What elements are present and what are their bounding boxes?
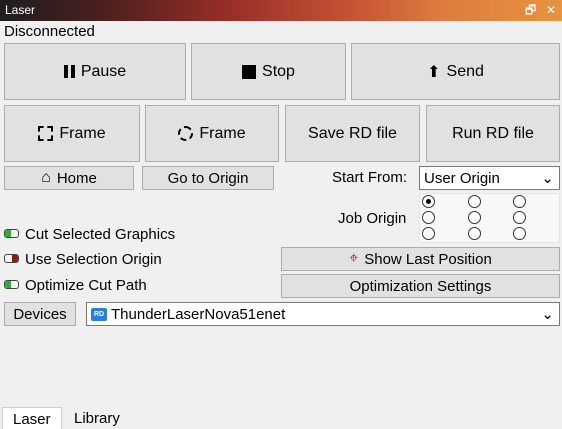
- pause-icon: [63, 65, 75, 78]
- use-selection-origin-toggle[interactable]: [4, 254, 19, 263]
- pause-label: Pause: [80, 62, 127, 80]
- start-from-value: User Origin: [424, 169, 500, 187]
- show-last-position-button[interactable]: ⌖ Show Last Position: [281, 247, 560, 271]
- tab-laser[interactable]: Laser: [2, 407, 62, 429]
- job-origin-radio-middle-left[interactable]: [422, 211, 435, 224]
- title-bar: Laser 🗗 ✕: [0, 0, 562, 21]
- run-rd-file-button[interactable]: Run RD file: [426, 105, 560, 162]
- connection-status: Disconnected: [4, 23, 95, 40]
- job-origin-radio-bottom-left[interactable]: [422, 227, 435, 240]
- window-title: Laser: [5, 3, 36, 17]
- devices-label: Devices: [13, 305, 67, 323]
- optimize-cut-path-label: Optimize Cut Path: [25, 277, 147, 294]
- job-origin-radio-bottom-center[interactable]: [468, 227, 481, 240]
- job-origin-radio-top-center[interactable]: [468, 195, 481, 208]
- go-to-origin-button[interactable]: Go to Origin: [142, 166, 274, 190]
- frame-rect-icon: [38, 126, 54, 141]
- run-rd-label: Run RD file: [452, 124, 534, 142]
- frame-rect-label: Frame: [59, 124, 106, 142]
- ruida-logo-icon: RD: [91, 307, 107, 321]
- pause-button[interactable]: Pause: [4, 43, 186, 100]
- send-button[interactable]: ⬆ Send: [351, 43, 560, 100]
- send-icon: ⬆: [427, 63, 441, 81]
- chevron-down-icon: ⌄: [541, 306, 554, 323]
- chevron-down-icon: ⌄: [541, 170, 554, 187]
- start-from-select[interactable]: User Origin ⌄: [419, 166, 560, 190]
- send-label: Send: [446, 62, 484, 80]
- stop-label: Stop: [262, 62, 295, 80]
- stop-button[interactable]: Stop: [191, 43, 346, 100]
- cut-selected-graphics-label: Cut Selected Graphics: [25, 226, 176, 243]
- restore-icon[interactable]: 🗗: [525, 2, 536, 18]
- device-name: ThunderLaserNova51enet: [111, 305, 286, 323]
- job-origin-radio-top-left[interactable]: [422, 195, 435, 208]
- frame-rect-button[interactable]: Frame: [4, 105, 140, 162]
- cut-selected-graphics-toggle[interactable]: [4, 229, 19, 238]
- start-from-label: Start From:: [332, 169, 408, 186]
- job-origin-radio-top-right[interactable]: [513, 195, 526, 208]
- show-last-position-label: Show Last Position: [364, 250, 492, 268]
- frame-circle-label: Frame: [199, 124, 246, 142]
- home-icon: ⌂: [41, 169, 51, 186]
- optimization-settings-label: Optimization Settings: [349, 277, 492, 295]
- optimization-settings-button[interactable]: Optimization Settings: [281, 274, 560, 298]
- stop-icon: [242, 64, 257, 79]
- frame-circle-icon: [178, 126, 194, 141]
- job-origin-label: Job Origin: [338, 210, 407, 227]
- use-selection-origin-label: Use Selection Origin: [25, 251, 162, 268]
- job-origin-radio-middle-right[interactable]: [513, 211, 526, 224]
- home-button[interactable]: ⌂ Home: [4, 166, 134, 190]
- crosshair-icon: ⌖: [349, 250, 359, 267]
- job-origin-radio-middle-center[interactable]: [468, 211, 481, 224]
- save-rd-label: Save RD file: [308, 124, 397, 142]
- optimize-cut-path-toggle[interactable]: [4, 280, 19, 289]
- home-label: Home: [56, 169, 97, 187]
- device-select[interactable]: RD ThunderLaserNova51enet ⌄: [86, 302, 560, 326]
- save-rd-file-button[interactable]: Save RD file: [285, 105, 420, 162]
- frame-circle-button[interactable]: Frame: [145, 105, 279, 162]
- tab-library[interactable]: Library: [64, 407, 130, 429]
- close-icon[interactable]: ✕: [546, 2, 556, 18]
- job-origin-grid: [419, 193, 560, 243]
- go-to-origin-label: Go to Origin: [167, 169, 249, 187]
- devices-button[interactable]: Devices: [4, 302, 76, 326]
- job-origin-radio-bottom-right[interactable]: [513, 227, 526, 240]
